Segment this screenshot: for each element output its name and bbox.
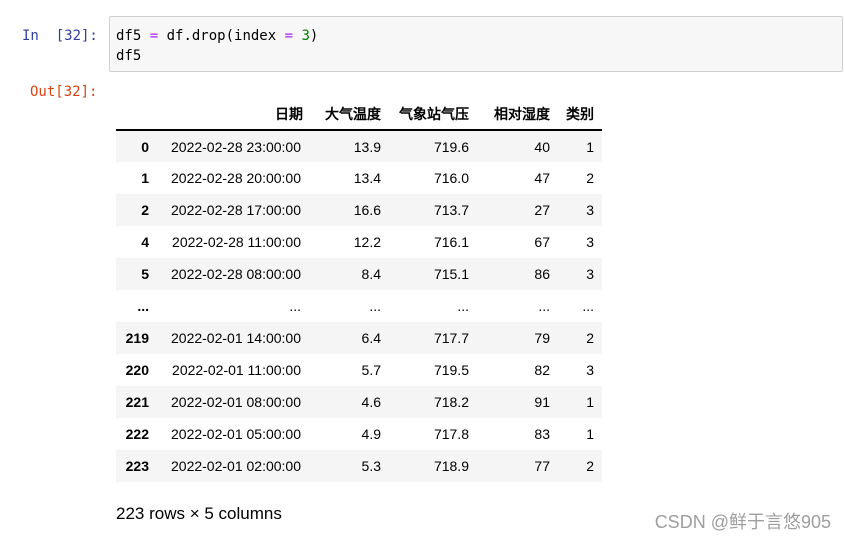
- cell-date: 2022-02-28 08:00:00: [171, 266, 301, 282]
- cell-temperature: 13.9: [353, 138, 381, 155]
- table-row: 4 2022-02-28 11:00:00 12.2 716.1 67 3: [116, 226, 602, 258]
- cell-date: 2022-02-28 23:00:00: [171, 138, 301, 155]
- cell-temperature: 4.6: [361, 394, 381, 410]
- cell-pressure: 719.6: [433, 138, 469, 155]
- cell-temperature: 5.3: [361, 458, 381, 474]
- table-row: 5 2022-02-28 08:00:00 8.4 715.1 86 3: [116, 258, 602, 290]
- row-index: 223: [125, 458, 149, 474]
- cell-temperature: 6.4: [361, 330, 381, 346]
- table-row: 1 2022-02-28 20:00:00 13.4 716.0 47 2: [116, 162, 602, 194]
- cell-date: 2022-02-28 17:00:00: [171, 202, 301, 218]
- row-index: 0: [141, 138, 149, 155]
- cell-temperature: 13.4: [353, 170, 381, 186]
- cell-pressure: 713.7: [433, 202, 469, 218]
- dataframe-shape-summary: 223 rows × 5 columns: [116, 504, 282, 523]
- cell-date: 2022-02-01 02:00:00: [171, 458, 301, 474]
- column-header-category: 类别: [558, 99, 602, 131]
- cell-humidity: 27: [534, 202, 550, 218]
- index-header: [116, 99, 157, 131]
- cell-pressure: 716.1: [433, 234, 469, 250]
- column-header-temperature: 大气温度: [309, 99, 389, 131]
- cell-date: 2022-02-28 11:00:00: [172, 234, 301, 250]
- output-prompt: Out[32]:: [30, 84, 98, 100]
- row-index: ...: [137, 298, 149, 314]
- code-operator: =: [149, 28, 159, 44]
- cell-temperature: 16.6: [353, 202, 381, 218]
- cell-category: 3: [586, 266, 594, 282]
- row-index: 222: [125, 426, 149, 442]
- cell-date: 2022-02-01 14:00:00: [171, 330, 301, 346]
- cell-category: 1: [586, 394, 594, 410]
- cell-humidity: 86: [534, 266, 550, 282]
- cell-category: ...: [582, 298, 594, 314]
- code-token: df5: [116, 28, 150, 44]
- cell-pressure: 717.7: [433, 330, 469, 346]
- row-index: 221: [125, 394, 149, 410]
- code-number: 3: [301, 28, 310, 44]
- cell-pressure: 715.1: [433, 266, 469, 282]
- code-token: df.drop(index: [158, 28, 285, 44]
- table-row: 220 2022-02-01 11:00:00 5.7 719.5 82 3: [116, 354, 602, 386]
- cell-date: 2022-02-01 05:00:00: [171, 426, 301, 442]
- column-header-date: 日期: [157, 99, 309, 131]
- table-row: 219 2022-02-01 14:00:00 6.4 717.7 79 2: [116, 322, 602, 354]
- cell-category: 2: [586, 170, 594, 186]
- cell-pressure: 718.2: [433, 394, 469, 410]
- row-index: 219: [125, 330, 149, 346]
- cell-category: 1: [586, 426, 594, 442]
- code-line-1: df5 = df.drop(index = 3): [116, 28, 318, 44]
- cell-humidity: 79: [534, 330, 550, 346]
- cell-pressure: 718.9: [433, 458, 469, 474]
- watermark: CSDN @鲜于言悠905: [654, 512, 831, 532]
- table-row-ellipsis: ... ... ... ... ... ...: [116, 290, 602, 322]
- cell-pressure: 719.5: [433, 362, 469, 378]
- code-line-2: df5: [116, 48, 142, 64]
- cell-humidity: 82: [534, 362, 550, 378]
- cell-temperature: 5.7: [361, 362, 381, 378]
- cell-temperature: 12.2: [353, 234, 381, 250]
- cell-pressure: ...: [457, 298, 469, 314]
- table-header-row: 日期 大气温度 气象站气压 相对湿度 类别: [116, 99, 602, 131]
- table-row: 0 2022-02-28 23:00:00 13.9 719.6 40 1: [116, 130, 602, 162]
- input-prompt: In [32]:: [22, 28, 98, 44]
- code-token: ): [309, 28, 319, 44]
- notebook: In [32]: df5 = df.drop(index = 3) df5 Ou…: [0, 0, 845, 538]
- cell-humidity: 40: [534, 138, 550, 155]
- row-index: 4: [141, 234, 149, 250]
- column-header-humidity: 相对湿度: [477, 99, 558, 131]
- cell-pressure: 717.8: [433, 426, 469, 442]
- cell-humidity: 77: [534, 458, 550, 474]
- cell-pressure: 716.0: [433, 170, 469, 186]
- column-header-pressure: 气象站气压: [389, 99, 477, 131]
- cell-category: 2: [586, 330, 594, 346]
- cell-category: 3: [586, 202, 594, 218]
- cell-humidity: 67: [534, 234, 550, 250]
- cell-category: 1: [586, 138, 594, 155]
- cell-humidity: 83: [534, 426, 550, 442]
- row-index: 220: [125, 362, 149, 378]
- cell-temperature: 8.4: [361, 266, 381, 282]
- code-cell-editor[interactable]: df5 = df.drop(index = 3) df5: [109, 16, 843, 72]
- cell-humidity: 91: [534, 394, 550, 410]
- row-index: 1: [141, 170, 149, 186]
- table-row: 221 2022-02-01 08:00:00 4.6 718.2 91 1: [116, 386, 602, 418]
- cell-date: 2022-02-01 11:00:00: [172, 362, 301, 378]
- cell-date: 2022-02-28 20:00:00: [171, 170, 301, 186]
- cell-category: 3: [586, 362, 594, 378]
- cell-temperature: ...: [369, 298, 381, 314]
- cell-category: 3: [586, 234, 594, 250]
- cell-temperature: 4.9: [361, 426, 381, 442]
- cell-category: 2: [586, 458, 594, 474]
- table-row: 2 2022-02-28 17:00:00 16.6 713.7 27 3: [116, 194, 602, 226]
- row-index: 2: [141, 202, 149, 218]
- table-row: 222 2022-02-01 05:00:00 4.9 717.8 83 1: [116, 418, 602, 450]
- cell-date: 2022-02-01 08:00:00: [171, 394, 301, 410]
- code-operator: =: [284, 28, 294, 44]
- cell-humidity: ...: [538, 298, 550, 314]
- cell-date: ...: [289, 298, 301, 314]
- dataframe-table: 日期 大气温度 气象站气压 相对湿度 类别 0 2022-02-28 23:00…: [116, 99, 602, 482]
- table-row: 223 2022-02-01 02:00:00 5.3 718.9 77 2: [116, 450, 602, 482]
- cell-humidity: 47: [534, 170, 550, 186]
- row-index: 5: [141, 266, 149, 282]
